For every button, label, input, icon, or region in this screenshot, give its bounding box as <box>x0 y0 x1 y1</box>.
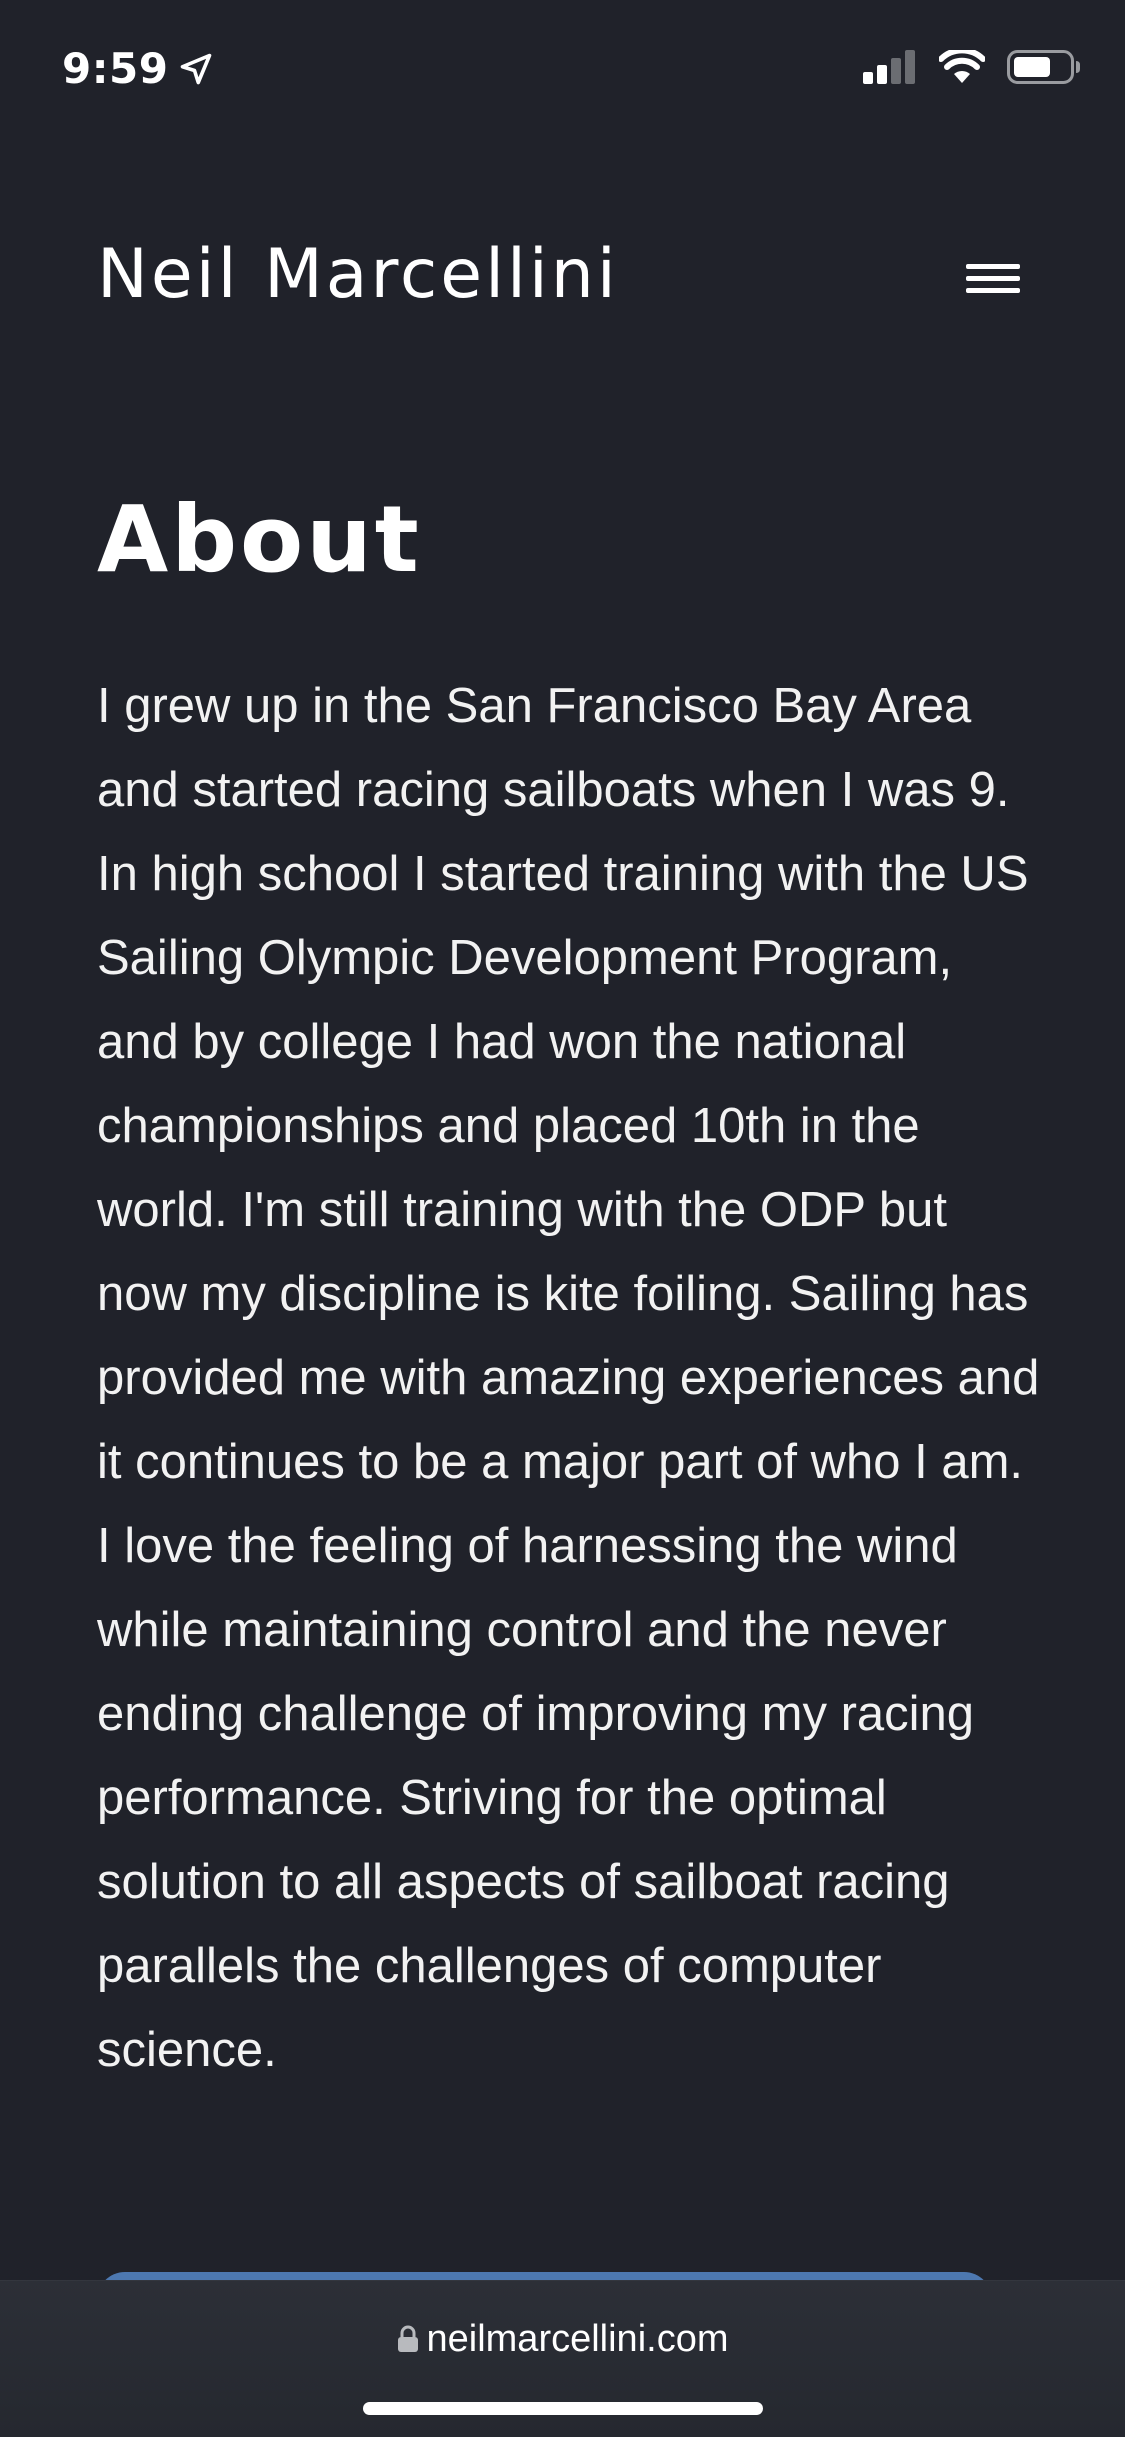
site-header: Neil Marcellini <box>0 220 1125 330</box>
menu-line <box>966 264 1020 269</box>
page-title: About <box>97 486 422 593</box>
hamburger-menu-icon[interactable] <box>960 242 1026 302</box>
home-indicator <box>363 2402 763 2415</box>
lock-icon <box>397 2325 419 2353</box>
about-paragraph: I grew up in the San Francisco Bay Area … <box>97 679 1040 2077</box>
wifi-icon <box>938 47 986 88</box>
url-text: neilmarcellini.com <box>426 2318 729 2360</box>
status-bar: 9:59 <box>0 0 1125 140</box>
location-arrow-icon <box>178 51 214 87</box>
menu-line <box>966 276 1020 281</box>
menu-line <box>966 288 1020 293</box>
site-title[interactable]: Neil Marcellini <box>97 230 619 320</box>
battery-icon <box>1007 50 1081 88</box>
cellular-signal-icon <box>863 50 917 88</box>
status-right-icons <box>863 47 1081 88</box>
address-bar[interactable]: neilmarcellini.com <box>0 2317 1125 2361</box>
status-time: 9:59 <box>62 44 169 93</box>
status-time-group: 9:59 <box>62 44 214 94</box>
